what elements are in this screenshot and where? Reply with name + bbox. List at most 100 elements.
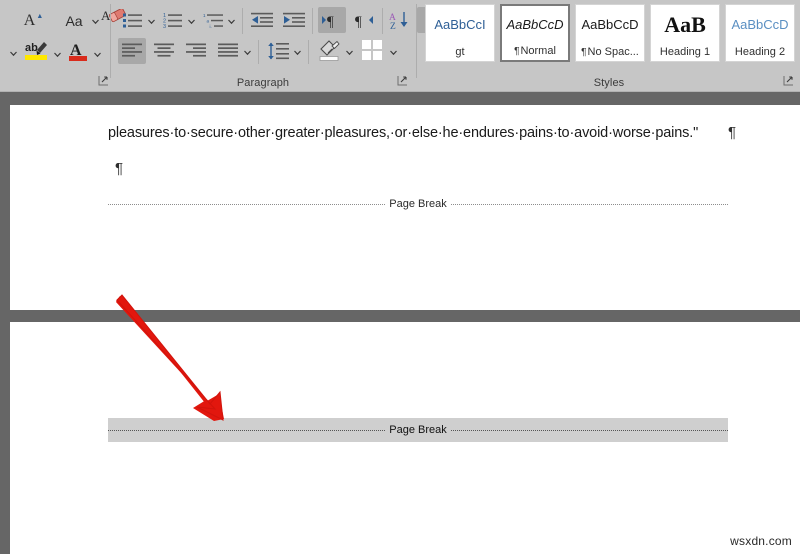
svg-text:a: a [206,18,209,23]
borders-dropdown-arrow[interactable] [388,42,399,62]
font-color-button[interactable]: A [64,38,92,64]
align-center-icon [154,43,174,57]
ribbon-group-paragraph: 1 2 3 1 a i. ¶ ¶ A Z Paragraph [112,0,443,92]
page-break-rule-left [108,203,386,205]
pilcrow-icon-no-spacing: ¶ [581,47,587,58]
group-separator-paragraph-styles [416,4,417,78]
style-sample-normal: AaBbCcD [506,17,564,32]
grow-font-button[interactable]: A ▲ [18,9,48,33]
empty-paragraph-mark: ¶ [115,160,123,177]
bullets-dropdown-arrow[interactable] [146,11,157,31]
page-break-marker-2-selected[interactable]: Page Break [108,418,729,442]
align-right-button[interactable] [182,38,210,64]
line-and-paragraph-spacing-button[interactable] [264,38,292,64]
increase-indent-button[interactable] [280,8,308,32]
svg-text:ab: ab [25,42,38,54]
style-tile-normal[interactable]: AaBbCcD ¶ Normal [499,3,571,63]
borders-icon [362,40,382,60]
line-spacing-dropdown-arrow[interactable] [292,42,303,62]
shading-button[interactable] [314,36,344,64]
change-case-icon: Aa [65,13,83,29]
grow-font-caret-icon: ▲ [36,12,44,20]
change-case-button[interactable]: Aa [58,9,90,33]
line-and-paragraph-spacing-icon [268,42,289,60]
style-name-heading-1: Heading 1 [659,46,711,58]
page-break-label-2: Page Break [389,424,447,436]
styles-gallery: AaBbCcI gt AaBbCcD ¶ Normal AaBbCcD ¶ No S… [425,3,795,63]
style-name-normal: ¶ Normal [502,43,568,60]
multilevel-list-dropdown-arrow[interactable] [226,11,237,31]
decrease-indent-button[interactable] [248,8,276,32]
text-highlight-color-dropdown-arrow[interactable] [52,44,63,64]
document-page-1[interactable]: pleasures·to·secure·other·greater·pleasu… [10,105,800,310]
page-break-label-1: Page Break [389,198,447,210]
numbering-dropdown-arrow[interactable] [186,11,197,31]
page-break-rule-left-2 [108,429,386,431]
right-to-left-text-direction-button[interactable]: ¶ [350,7,378,33]
grow-font-icon: A [23,12,36,29]
justify-button[interactable] [214,38,242,64]
left-to-right-text-direction-button[interactable]: ¶ [318,7,346,33]
styles-group-label: Styles [593,77,625,89]
borders-button[interactable] [358,37,386,63]
increase-indent-icon [283,12,305,27]
shading-icon [319,40,340,61]
numbering-button[interactable]: 1 2 3 [160,8,186,32]
justify-dropdown-arrow[interactable] [242,42,253,62]
multilevel-list-button[interactable]: 1 a i. [200,8,226,32]
svg-text:Z: Z [390,22,396,30]
font-color-icon: A [69,42,87,61]
page-break-rule-right [450,203,729,205]
style-name-no-spacing: ¶ No Spac... [576,44,644,61]
svg-text:1: 1 [203,13,206,18]
paragraph-group-label: Paragraph [236,77,290,89]
bullets-button[interactable] [120,8,146,32]
shading-dropdown-arrow[interactable] [344,42,355,62]
align-right-icon [186,43,206,57]
font-size-dropdown-arrow[interactable] [8,43,19,63]
text-highlight-color-button[interactable]: ab [22,38,52,64]
separator-shading [308,40,309,64]
style-tile-heading-1[interactable]: AaB Heading 1 [650,4,720,62]
separator-text-direction [312,8,313,34]
left-to-right-text-direction-icon: ¶ [322,14,334,29]
svg-text:3: 3 [163,24,166,29]
separator-line-spacing [258,40,259,64]
align-center-button[interactable] [150,38,178,64]
page-break-marker-1[interactable]: Page Break [108,197,729,211]
style-tile-no-spacing[interactable]: AaBbCcD ¶ No Spac... [575,4,645,62]
bullets-icon [123,13,142,27]
group-separator-font-paragraph [110,4,111,78]
svg-text:¶: ¶ [327,14,334,29]
style-sample-no-spacing: AaBbCcD [581,17,639,32]
right-to-left-text-direction-icon: ¶ [355,14,373,29]
sort-az-icon: A Z [389,11,408,30]
svg-text:¶: ¶ [355,14,362,29]
separator-sort [382,8,383,34]
sort-button[interactable]: A Z [387,7,413,33]
text-highlight-color-icon: ab [25,42,47,60]
style-name-gt: gt [455,46,465,58]
paragraph-mark-line-1: ¶ [728,124,736,141]
document-page-2[interactable]: Page Break [10,322,800,554]
align-left-icon [122,43,142,57]
style-sample-gt: AaBbCcI [434,17,486,32]
decrease-indent-icon [251,12,273,27]
style-sample-heading-1: AaB [664,11,706,37]
style-tile-gt[interactable]: AaBbCcI gt [425,4,495,62]
align-left-button[interactable] [118,38,146,64]
svg-text:i.: i. [209,24,211,29]
page-break-rule-right-2 [450,429,729,431]
document-canvas[interactable]: pleasures·to·secure·other·greater·pleasu… [0,92,800,554]
ribbon: A ▲ Aa A ab A 1 2 3 1 a i. ¶ ¶ A Z Parag… [0,0,800,92]
style-sample-heading-2: AaBbCcD [731,17,789,32]
body-text-line: pleasures·to·secure·other·greater·pleasu… [108,125,699,141]
site-watermark: wsxdn.com [730,534,792,548]
font-color-dropdown-arrow[interactable] [92,44,103,64]
style-tile-heading-2[interactable]: AaBbCcD Heading 2 [725,4,795,62]
ribbon-group-font: A ▲ Aa A ab A [0,0,126,92]
justify-icon [218,43,238,57]
paragraph-dialog-launcher[interactable] [397,75,410,88]
styles-dialog-launcher[interactable] [783,75,796,88]
pilcrow-icon-normal: ¶ [514,46,520,57]
